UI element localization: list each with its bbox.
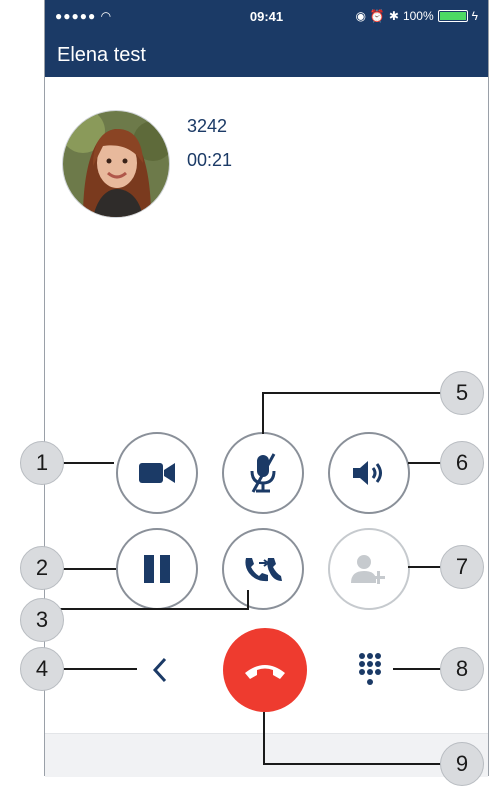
call-duration: 00:21	[187, 150, 233, 170]
charging-icon: ϟ	[471, 9, 478, 23]
video-camera-icon	[137, 458, 177, 488]
callout-9: 9	[440, 742, 484, 786]
transfer-call-icon	[242, 554, 284, 584]
dialpad-button[interactable]	[350, 648, 390, 692]
navigation-bar: Elena test	[45, 32, 488, 77]
callout-line-5	[262, 392, 462, 394]
add-participant-icon	[349, 553, 389, 585]
hang-up-button[interactable]	[223, 628, 307, 712]
mute-button[interactable]	[222, 432, 304, 514]
callout-7: 7	[440, 545, 484, 589]
callout-4: 4	[20, 647, 64, 691]
speaker-icon	[349, 458, 389, 488]
caller-number: 3242	[187, 116, 228, 136]
orientation-lock-icon: ◉	[355, 9, 366, 23]
callout-line-3b	[247, 590, 249, 610]
dialpad-icon	[357, 652, 383, 688]
callout-line-9b	[263, 763, 462, 765]
video-button[interactable]	[116, 432, 198, 514]
callout-1: 1	[20, 441, 64, 485]
battery-icon	[437, 10, 468, 22]
callout-line-3	[42, 608, 248, 610]
hold-button[interactable]	[116, 528, 198, 610]
transfer-button[interactable]	[222, 528, 304, 610]
mute-microphone-icon	[246, 452, 280, 494]
battery-percent: 100%	[402, 9, 434, 23]
callout-5: 5	[440, 371, 484, 415]
alarm-icon: ⏰	[369, 9, 385, 23]
status-bar: ●●●●● ◠ 09:41 ◉ ⏰ ✱ 100% ϟ	[45, 0, 488, 32]
callout-8: 8	[440, 647, 484, 691]
hang-up-icon	[242, 659, 288, 681]
back-button[interactable]	[140, 650, 180, 690]
back-chevron-icon	[152, 657, 168, 683]
speaker-button[interactable]	[328, 432, 410, 514]
callout-line-9	[263, 712, 265, 764]
callout-3: 3	[20, 598, 64, 642]
avatar	[62, 110, 170, 218]
phone-screen: ●●●●● ◠ 09:41 ◉ ⏰ ✱ 100% ϟ Elena test 32…	[44, 0, 489, 777]
bottom-strip	[45, 733, 488, 777]
page-title: Elena test	[57, 44, 146, 66]
add-participant-button[interactable]	[328, 528, 410, 610]
callout-line-5b	[262, 392, 264, 434]
status-right: ◉ ⏰ ✱ 100% ϟ	[355, 9, 478, 23]
bluetooth-icon: ✱	[388, 9, 399, 23]
pause-icon	[142, 553, 172, 585]
callout-6: 6	[440, 441, 484, 485]
callout-2: 2	[20, 546, 64, 590]
